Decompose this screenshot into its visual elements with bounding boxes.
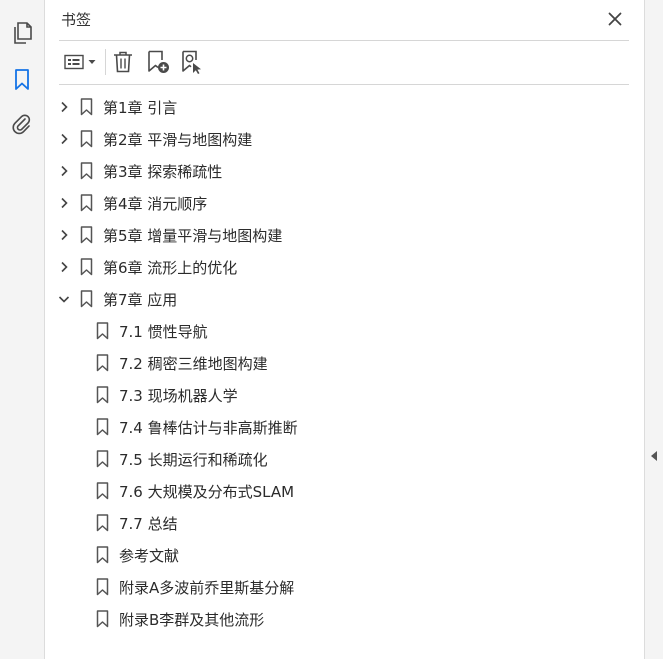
panel-header: 书签 — [59, 0, 629, 41]
bookmark-icon — [79, 258, 93, 276]
close-panel-button[interactable] — [605, 9, 625, 29]
bookmark-item[interactable]: 7.2 稠密三维地图构建 — [95, 347, 268, 379]
bookmark-item[interactable]: 附录B李群及其他流形 — [95, 603, 264, 635]
add-bookmark-icon — [148, 50, 169, 73]
bookmark-label: 第4章 消元顺序 — [103, 194, 208, 213]
chevron-right-icon[interactable] — [57, 100, 71, 114]
chevron-right-icon[interactable] — [57, 228, 71, 242]
bookmark-icon — [95, 354, 109, 372]
bookmark-icon — [79, 226, 93, 244]
delete-bookmark-button[interactable] — [111, 49, 135, 75]
bookmark-label: 7.2 稠密三维地图构建 — [119, 354, 268, 373]
attachments-panel-button[interactable] — [8, 111, 36, 139]
bookmark-label: 第6章 流形上的优化 — [103, 258, 238, 277]
bookmark-item[interactable]: 7.7 总结 — [95, 507, 178, 539]
bookmark-item[interactable]: 第6章 流形上的优化 — [57, 251, 237, 283]
chevron-right-icon[interactable] — [57, 260, 71, 274]
options-list-icon — [64, 54, 84, 70]
chevron-right-icon[interactable] — [57, 196, 71, 210]
bookmark-label: 7.3 现场机器人学 — [119, 386, 238, 405]
bookmark-icon — [95, 514, 109, 532]
bookmark-label: 7.5 长期运行和稀疏化 — [119, 450, 268, 469]
bookmark-item[interactable]: 第5章 增量平滑与地图构建 — [57, 219, 282, 251]
bookmark-label: 参考文献 — [119, 546, 180, 565]
bookmarks-panel-button[interactable] — [8, 66, 36, 94]
options-menu-button[interactable] — [61, 49, 99, 75]
right-collapse-strip — [644, 0, 663, 659]
bookmark-icon — [95, 578, 109, 596]
chevron-down-icon[interactable] — [57, 292, 71, 306]
bookmark-item[interactable]: 第1章 引言 — [57, 91, 177, 123]
bookmark-label: 附录B李群及其他流形 — [119, 610, 265, 629]
bookmark-icon — [79, 290, 93, 308]
chevron-right-icon[interactable] — [57, 164, 71, 178]
bookmark-label: 第2章 平滑与地图构建 — [103, 130, 253, 149]
bookmark-item[interactable]: 参考文献 — [95, 539, 179, 571]
bookmark-label: 7.7 总结 — [119, 514, 178, 533]
toolbar-separator — [105, 49, 106, 75]
bookmark-item[interactable]: 第2章 平滑与地图构建 — [57, 123, 252, 155]
bookmark-icon — [95, 546, 109, 564]
left-toolbar — [0, 0, 45, 659]
new-bookmark-button[interactable] — [145, 49, 171, 75]
bookmark-item[interactable]: 7.1 惯性导航 — [95, 315, 208, 347]
pages-icon — [14, 22, 32, 44]
bookmark-item[interactable]: 第3章 探索稀疏性 — [57, 155, 222, 187]
pages-thumbnail-button[interactable] — [8, 19, 36, 47]
bookmark-item[interactable]: 7.3 现场机器人学 — [95, 379, 238, 411]
attachment-icon — [12, 114, 31, 135]
trash-icon — [114, 51, 132, 73]
panel-title: 书签 — [61, 11, 92, 29]
bookmark-icon — [95, 482, 109, 500]
close-icon — [608, 12, 622, 26]
bookmark-icon — [79, 194, 93, 212]
bookmark-icon — [95, 450, 109, 468]
bookmark-icon — [95, 418, 109, 436]
bookmark-label: 7.6 大规模及分布式SLAM — [119, 482, 295, 501]
bookmark-icon — [79, 162, 93, 180]
bookmark-label: 第5章 增量平滑与地图构建 — [103, 226, 283, 245]
collapse-panel-button[interactable] — [649, 449, 659, 463]
bookmark-toolbar — [59, 41, 629, 85]
bookmark-label: 附录A多波前乔里斯基分解 — [119, 578, 295, 597]
bookmarks-panel: 书签 第1章 引言 第2章 平滑与地图构建 第3章 探索稀疏性 第4章 消元顺序… — [45, 0, 645, 659]
bookmark-item[interactable]: 第4章 消元顺序 — [57, 187, 207, 219]
bookmark-icon — [95, 610, 109, 628]
bookmark-item[interactable]: 7.5 长期运行和稀疏化 — [95, 443, 268, 475]
bookmark-item[interactable]: 第7章 应用 — [57, 283, 177, 315]
bookmark-item[interactable]: 7.4 鲁棒估计与非高斯推断 — [95, 411, 298, 443]
chevron-right-icon[interactable] — [57, 132, 71, 146]
bookmark-from-selection-button[interactable] — [179, 49, 205, 75]
bookmark-label: 第1章 引言 — [103, 98, 178, 117]
bookmark-icon — [15, 69, 29, 90]
bookmark-label: 7.4 鲁棒估计与非高斯推断 — [119, 418, 298, 437]
bookmark-icon — [79, 130, 93, 148]
bookmark-item[interactable]: 附录A多波前乔里斯基分解 — [95, 571, 294, 603]
bookmark-label: 7.1 惯性导航 — [119, 322, 208, 341]
bookmark-label: 第3章 探索稀疏性 — [103, 162, 223, 181]
bookmark-label: 第7章 应用 — [103, 290, 178, 309]
bookmark-item[interactable]: 7.6 大规模及分布式SLAM — [95, 475, 294, 507]
bookmark-icon — [79, 98, 93, 116]
dropdown-caret-icon — [88, 60, 96, 64]
bookmark-search-icon — [182, 50, 201, 74]
triangle-left-icon — [651, 451, 657, 461]
bookmark-icon — [95, 386, 109, 404]
bookmark-icon — [95, 322, 109, 340]
